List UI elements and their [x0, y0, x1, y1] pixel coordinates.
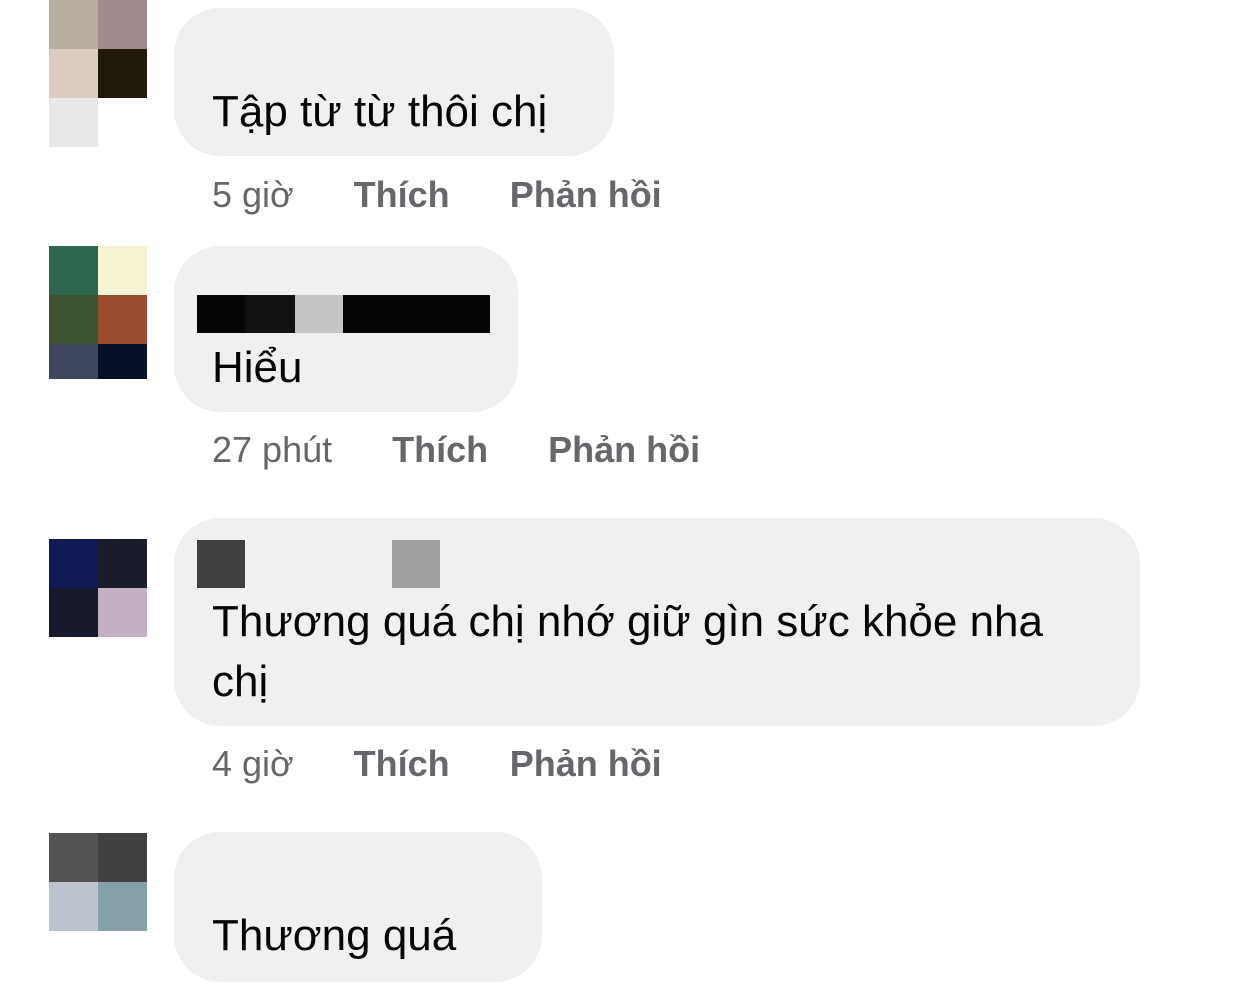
redacted-author-name — [197, 540, 245, 588]
comment-time: 4 giờ — [212, 743, 294, 784]
avatar[interactable] — [49, 833, 147, 931]
avatar[interactable] — [49, 539, 147, 637]
like-button[interactable]: Thích — [392, 430, 488, 470]
comment-time: 5 giờ — [212, 174, 294, 215]
comment-text-line-1: Thương quá chị nhớ giữ gìn sức khỏe nha — [212, 597, 1043, 646]
reply-button[interactable]: Phản hồi — [510, 175, 662, 215]
avatar[interactable] — [49, 0, 147, 147]
comment-actions: 27 phút Thích Phản hồi — [212, 430, 700, 470]
comment-text: Tập từ từ thôi chị — [212, 87, 548, 136]
comment-text: Thương quá — [212, 911, 457, 960]
comment-text-line-2: chị — [212, 657, 269, 706]
like-button[interactable]: Thích — [354, 744, 450, 784]
comment-actions: 5 giờ Thích Phản hồi — [212, 175, 662, 215]
comment-time: 27 phút — [212, 429, 333, 470]
avatar[interactable] — [49, 246, 147, 379]
redacted-author-name — [197, 295, 490, 333]
comment-text: Hiểu — [212, 343, 303, 392]
like-button[interactable]: Thích — [354, 175, 450, 215]
reply-button[interactable]: Phản hồi — [510, 744, 662, 784]
reply-button[interactable]: Phản hồi — [548, 430, 700, 470]
comment-actions: 4 giờ Thích Phản hồi — [212, 744, 662, 784]
redacted-author-name-part — [392, 540, 440, 588]
